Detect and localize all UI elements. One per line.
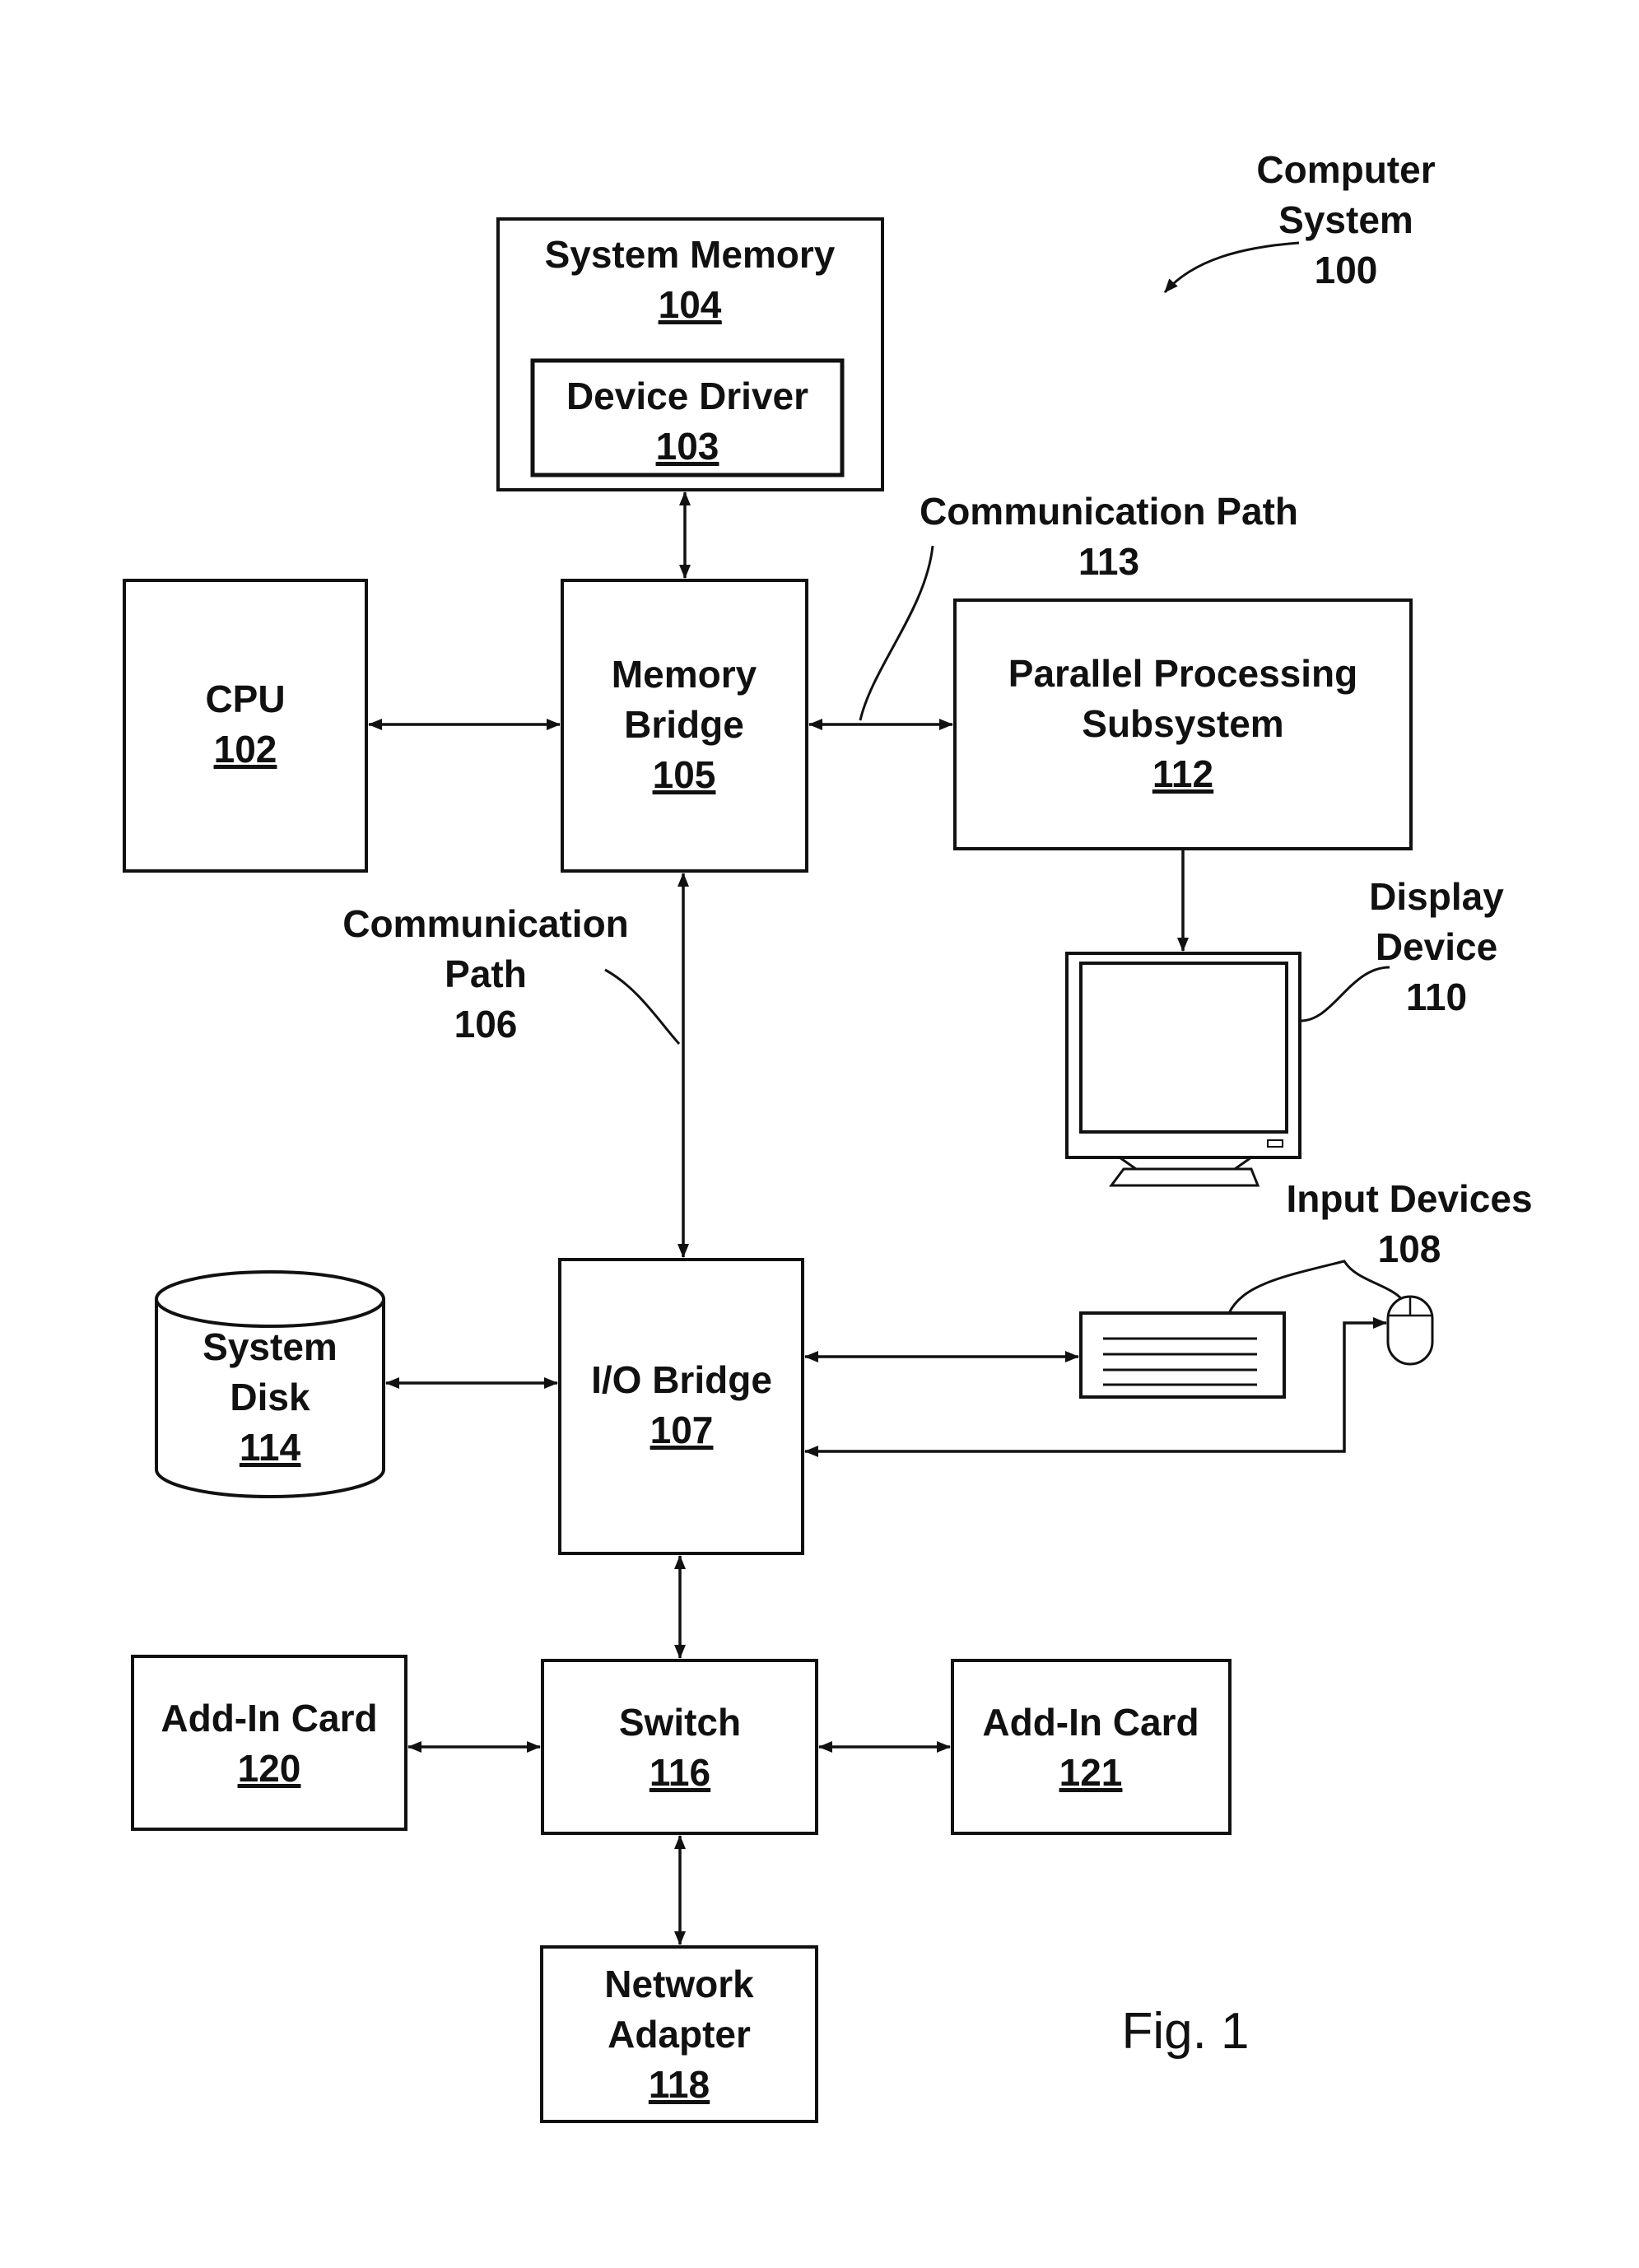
svg-text:Disk: Disk <box>230 1376 310 1418</box>
io-bridge-block: I/O Bridge 107 <box>558 1258 804 1555</box>
svg-text:Subsystem: Subsystem <box>1082 702 1283 745</box>
system-memory-block: System Memory 104 Device Driver 103 <box>496 217 884 491</box>
svg-text:Parallel Processing: Parallel Processing <box>1008 652 1357 695</box>
svg-text:118: 118 <box>649 2063 710 2106</box>
svg-text:113: 113 <box>1078 540 1139 583</box>
svg-text:System Memory: System Memory <box>545 233 836 276</box>
memory-bridge-block: Memory Bridge 105 <box>561 579 808 873</box>
display-device: Display Device 110 <box>1065 875 1504 1187</box>
system-pointer-arrow <box>1163 241 1300 293</box>
svg-text:114: 114 <box>240 1426 301 1469</box>
svg-text:Communication Path: Communication Path <box>920 490 1298 533</box>
svg-text:102: 102 <box>214 728 277 771</box>
input-devices: Input Devices 108 <box>1079 1177 1533 1399</box>
svg-text:System: System <box>1278 198 1413 241</box>
svg-text:120: 120 <box>238 1747 301 1790</box>
svg-text:CPU: CPU <box>205 678 285 720</box>
svg-text:Add-In Card: Add-In Card <box>982 1701 1199 1744</box>
path-113-leader <box>859 545 934 721</box>
svg-text:105: 105 <box>653 753 716 796</box>
add-in-card-121-block: Add-In Card 121 <box>951 1659 1232 1835</box>
svg-text:Communication: Communication <box>342 902 629 945</box>
svg-text:Add-In Card: Add-In Card <box>161 1697 377 1739</box>
svg-text:Adapter: Adapter <box>608 2013 751 2056</box>
svg-text:121: 121 <box>1059 1751 1123 1794</box>
mouse-icon <box>1386 1295 1434 1366</box>
svg-text:Bridge: Bridge <box>624 703 744 746</box>
svg-text:Switch: Switch <box>619 1701 741 1744</box>
svg-text:Input Devices: Input Devices <box>1286 1177 1532 1220</box>
device-driver-block: Device Driver 103 <box>530 358 845 477</box>
parallel-processing-block: Parallel Processing Subsystem 112 <box>953 598 1413 850</box>
network-adapter-block: Network Adapter 118 <box>540 1945 818 2123</box>
svg-text:Device Driver: Device Driver <box>566 375 808 417</box>
svg-text:107: 107 <box>650 1409 714 1451</box>
display-leader <box>1300 966 1390 1022</box>
svg-text:116: 116 <box>650 1751 710 1794</box>
block-diagram: Computer System 100 System Memory 104 De… <box>123 148 1533 2123</box>
svg-text:104: 104 <box>659 283 722 326</box>
svg-text:Memory: Memory <box>612 653 757 696</box>
svg-text:Network: Network <box>604 1963 754 2005</box>
add-in-card-120-block: Add-In Card 120 <box>131 1655 407 1831</box>
keyboard-icon <box>1079 1311 1286 1399</box>
figure-caption: Fig. 1 <box>1121 2003 1249 2060</box>
svg-text:Display: Display <box>1369 875 1504 918</box>
computer-system-label: Computer System 100 <box>1163 148 1436 293</box>
svg-text:103: 103 <box>656 425 719 468</box>
svg-text:I/O Bridge: I/O Bridge <box>591 1358 772 1401</box>
svg-text:100: 100 <box>1315 249 1378 291</box>
svg-text:Device: Device <box>1376 925 1497 968</box>
svg-text:108: 108 <box>1378 1227 1441 1270</box>
communication-path-106-label: Communication Path 106 <box>342 902 681 1046</box>
svg-text:110: 110 <box>1406 976 1467 1018</box>
svg-text:Path: Path <box>445 952 527 995</box>
svg-text:112: 112 <box>1152 752 1213 795</box>
svg-text:Computer: Computer <box>1256 148 1435 191</box>
switch-block: Switch 116 <box>541 1659 818 1835</box>
cpu-block: CPU 102 <box>123 579 368 873</box>
svg-text:System: System <box>203 1325 338 1368</box>
system-disk: System Disk 114 <box>155 1270 385 1498</box>
path-106-leader <box>604 968 681 1045</box>
svg-text:106: 106 <box>454 1003 518 1046</box>
